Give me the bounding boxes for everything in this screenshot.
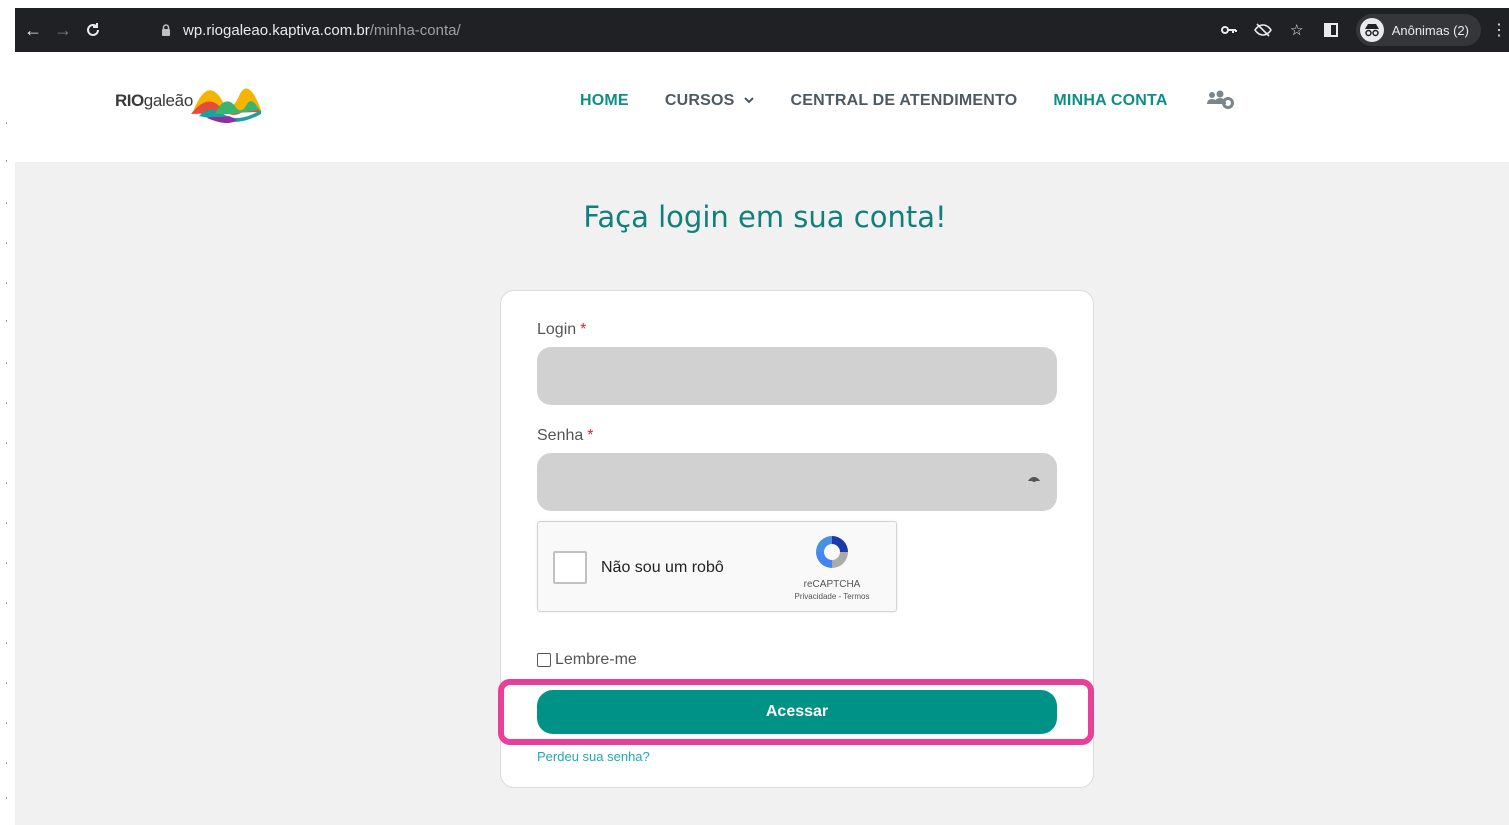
- acessar-button[interactable]: Acessar: [537, 690, 1057, 734]
- star-icon[interactable]: ☆: [1286, 19, 1308, 41]
- eye-off-icon[interactable]: [1252, 19, 1274, 41]
- nav-cursos-label: CURSOS: [664, 92, 735, 109]
- remember-me-checkbox[interactable]: [537, 653, 551, 667]
- recaptcha-privacy-terms[interactable]: Privacidade - Termos: [782, 592, 882, 601]
- nav-cursos[interactable]: CURSOS: [665, 92, 755, 110]
- recaptcha-label: Não sou um robô: [601, 559, 724, 576]
- nav-minha-conta[interactable]: MINHA CONTA: [1053, 92, 1167, 110]
- required-mark: *: [587, 427, 594, 444]
- remember-me[interactable]: Lembre-me: [537, 651, 637, 669]
- forgot-password-link[interactable]: Perdeu sua senha?: [537, 749, 650, 764]
- recaptcha-logo-icon: [816, 536, 848, 568]
- forward-arrow-icon[interactable]: →: [51, 18, 75, 42]
- page-gutter: [0, 52, 15, 825]
- remember-me-label: Lembre-me: [555, 651, 637, 668]
- nav-central-atendimento[interactable]: CENTRAL DE ATENDIMENTO: [790, 92, 1017, 110]
- content-area: Faça login em sua conta! Login * Senha * N…: [15, 162, 1509, 825]
- recaptcha-checkbox[interactable]: [553, 551, 587, 584]
- back-arrow-icon[interactable]: ←: [21, 18, 45, 42]
- recaptcha-widget: Não sou um robô reCAPTCHA Privacidade - …: [537, 521, 897, 612]
- nav-home[interactable]: HOME: [580, 92, 629, 110]
- show-password-eye-icon[interactable]: [1027, 475, 1041, 487]
- lock-icon: [162, 24, 170, 36]
- logo-text-light: galeão: [143, 91, 194, 110]
- site-logo[interactable]: RIO galeão: [115, 76, 263, 126]
- logo-wave-icon: [190, 88, 261, 124]
- login-input[interactable]: [537, 347, 1057, 405]
- main-nav: HOME CURSOS CENTRAL DE ATENDIMENTO MINHA…: [580, 90, 1272, 112]
- profile-label: Anônimas (2): [1391, 22, 1469, 38]
- url-host: wp.riogaleao.kaptiva.com.br: [183, 21, 370, 39]
- users-settings-icon[interactable]: [1204, 90, 1236, 112]
- reload-icon[interactable]: [81, 18, 105, 42]
- recaptcha-brand-name: reCAPTCHA: [803, 579, 861, 590]
- browser-toolbar: ← → wp.riogaleao.kaptiva.com.br/minha-co…: [15, 8, 1509, 52]
- menu-dots-icon[interactable]: ⋮: [1491, 20, 1507, 40]
- url-path: /minha-conta/: [369, 21, 461, 39]
- incognito-icon: [1359, 18, 1384, 42]
- incognito-profile-button[interactable]: Anônimas (2): [1355, 14, 1481, 46]
- page-title: Faça login em sua conta!: [583, 200, 947, 234]
- recaptcha-brand: reCAPTCHA Privacidade - Termos: [782, 534, 882, 601]
- password-label: Senha *: [537, 427, 594, 444]
- chevron-down-icon: [744, 95, 755, 107]
- address-bar[interactable]: wp.riogaleao.kaptiva.com.br/minha-conta/: [145, 15, 1145, 45]
- login-form: Login * Senha * Não sou um robô reCAPTCHA …: [498, 290, 1094, 788]
- required-mark: *: [580, 321, 587, 338]
- logo-text-bold: RIO: [115, 91, 144, 110]
- site-header: RIO galeão HOME CURSOS CENTRAL DE ATENDIM…: [15, 52, 1509, 162]
- side-panel-icon[interactable]: [1320, 19, 1342, 41]
- login-label: Login *: [537, 321, 587, 338]
- key-icon[interactable]: [1218, 19, 1240, 41]
- password-input[interactable]: [537, 453, 1057, 511]
